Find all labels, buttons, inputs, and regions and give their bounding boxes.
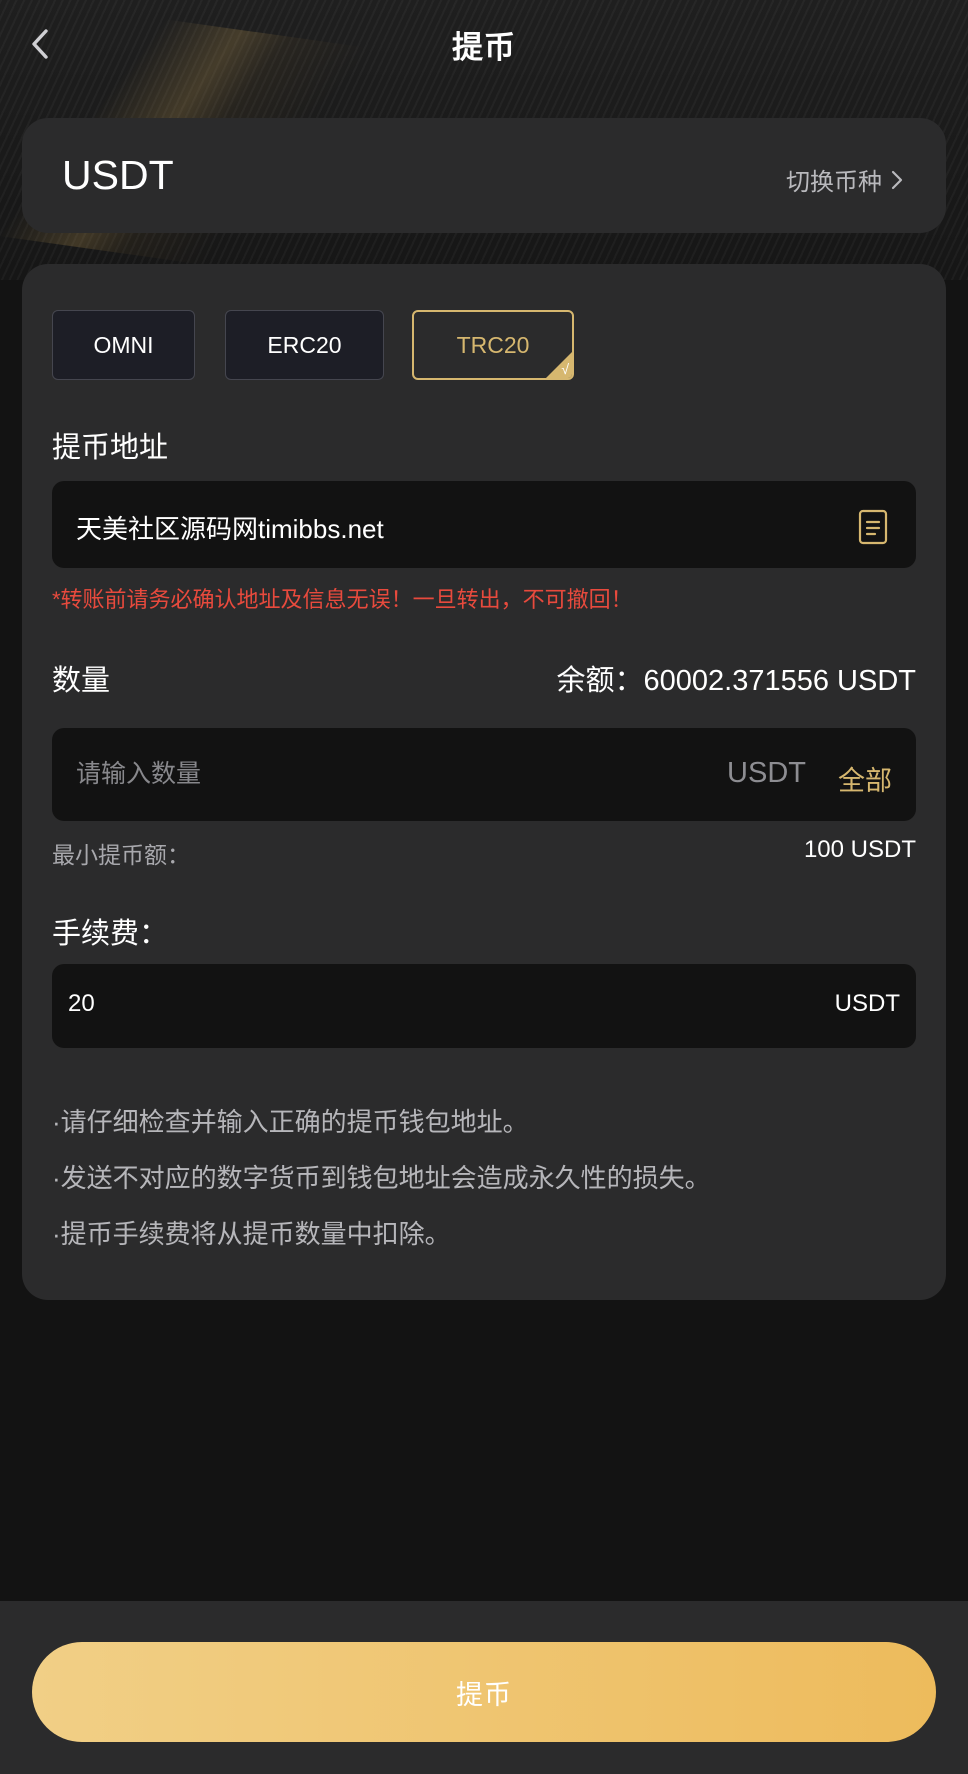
check-icon: √: [561, 361, 569, 377]
address-warning: *转账前请务必确认地址及信息无误！一旦转出，不可撤回！: [52, 587, 633, 612]
page-title: 提币: [452, 30, 516, 65]
address-value: 天美社区源码网timibbs.net: [76, 514, 384, 544]
chevron-right-icon: [891, 170, 903, 189]
address-label: 提币地址: [52, 432, 169, 464]
fee-label: 手续费：: [52, 918, 169, 950]
fee-value: 20: [68, 990, 95, 1017]
note-item: ·发送不对应的数字货币到钱包地址会造成永久性的损失。: [52, 1163, 711, 1193]
chain-tab-label: OMNI: [93, 331, 154, 358]
clipboard-icon[interactable]: [858, 509, 888, 545]
address-field[interactable]: 天美社区源码网timibbs.net: [52, 481, 916, 568]
withdraw-form-card: OMNI ERC20 TRC20 √ 提币地址 天美社区源码网timibbs.n…: [22, 264, 946, 1300]
chain-tab-label: ERC20: [267, 331, 342, 358]
note-item: ·提币手续费将从提币数量中扣除。: [52, 1219, 451, 1249]
bottom-action-bar: 提币: [0, 1601, 968, 1774]
amount-input[interactable]: [76, 754, 616, 794]
chain-tab-trc20[interactable]: TRC20 √: [412, 310, 574, 380]
amount-label: 数量: [52, 665, 111, 697]
withdraw-submit-button[interactable]: 提币: [32, 1642, 936, 1742]
chain-tab-label: TRC20: [456, 331, 530, 358]
withdraw-page: 提币 USDT 切换币种 OMNI ERC20 TRC20 √ 提币地址 天美社…: [0, 0, 968, 1774]
switch-coin-label: 切换币种: [786, 169, 882, 196]
coin-name: USDT: [62, 152, 174, 198]
switch-coin-button[interactable]: 切换币种: [786, 162, 904, 197]
chain-tab-omni[interactable]: OMNI: [52, 310, 195, 380]
top-bar: 提币: [0, 0, 968, 90]
coin-card: USDT 切换币种: [22, 118, 946, 233]
fee-unit: USDT: [834, 990, 900, 1017]
chain-tab-erc20[interactable]: ERC20: [225, 310, 384, 380]
withdraw-all-button[interactable]: 全部: [838, 759, 892, 798]
fee-field: 20 USDT: [52, 964, 916, 1048]
balance-text: 余额：60002.371556 USDT: [556, 665, 916, 697]
min-withdraw-label: 最小提币额：: [52, 842, 190, 868]
amount-field: USDT 全部: [52, 728, 916, 821]
amount-unit: USDT: [727, 757, 806, 789]
min-withdraw-value: 100 USDT: [803, 836, 916, 863]
note-item: ·请仔细检查并输入正确的提币钱包地址。: [52, 1107, 529, 1137]
